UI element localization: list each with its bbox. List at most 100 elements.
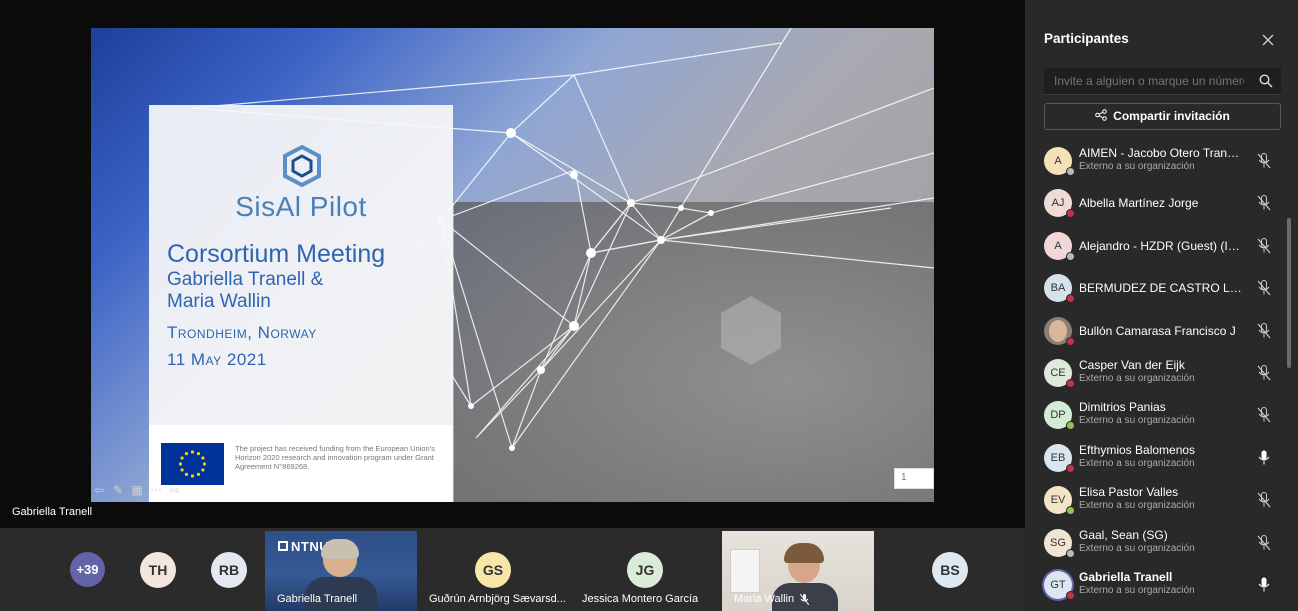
slide-title: Corsortium Meeting [167, 240, 386, 268]
presence-status-icon [1066, 506, 1075, 516]
overflow-count-avatar[interactable]: +39 [70, 552, 105, 587]
video-tile-maria[interactable]: Maria Wallin [722, 531, 874, 611]
brand-name: SisAl Pilot [235, 191, 367, 222]
participant-row[interactable]: EV Elisa Pastor Valles Externo a su organi… [1039, 479, 1279, 521]
avatar-photo [1049, 319, 1067, 342]
mic-off-icon[interactable] [1257, 534, 1271, 551]
participant-row[interactable]: SG Gaal, Sean (SG) Externo a su organizaci… [1039, 522, 1279, 564]
participant-row[interactable]: BA BERMUDEZ DE CASTRO LOPE... [1039, 267, 1279, 309]
share-icon [1095, 109, 1107, 121]
participant-org-note: Externo a su organización [1079, 415, 1195, 427]
authors-line-1: Gabriella Tranell & [167, 269, 324, 290]
presence-status-icon [1066, 378, 1075, 388]
avatar-initials: EV [1050, 494, 1066, 507]
participant-avatar[interactable]: EV [1044, 486, 1075, 516]
avatar-jg[interactable]: JG [627, 552, 663, 588]
avatar-initials: EB [1050, 451, 1066, 464]
participant-avatar[interactable]: BA [1044, 274, 1075, 304]
participant-avatar[interactable]: EB [1044, 443, 1075, 473]
tile-name: Gabriella Tranell [277, 593, 358, 605]
scrollbar[interactable] [1287, 218, 1291, 368]
participant-avatar[interactable]: A [1044, 231, 1075, 261]
participant-row[interactable]: EB Efthymios Balomenos Externo a su organi… [1039, 437, 1279, 479]
mic-off-icon[interactable] [1257, 322, 1271, 339]
close-icon[interactable] [1260, 32, 1276, 48]
participant-row[interactable]: CE Casper Van der Eijk Externo a su organi… [1039, 352, 1279, 394]
avatar-th[interactable]: TH [140, 552, 176, 588]
avatar-initials: SG [1050, 536, 1066, 549]
participant-row[interactable]: DP Dimitrios Panias Externo a su organizac… [1039, 394, 1279, 436]
participant-org-note: Externo a su organización [1079, 372, 1195, 384]
tile-name: Guðrún Arnbjörg Sævarsd... [429, 593, 566, 605]
mic-icon[interactable] [1257, 450, 1271, 466]
avatar-gs[interactable]: GS [475, 552, 511, 588]
avatar-initials: AJ [1051, 197, 1065, 210]
mic-off-icon[interactable] [1257, 407, 1271, 423]
participant-name: Bullón Camarasa Francisco J [1079, 323, 1236, 338]
video-tile-gabriella[interactable]: NTNU Gabriella Tranell [265, 531, 417, 611]
eu-flag-icon [161, 443, 224, 485]
panel-title: Participantes [1044, 31, 1129, 46]
participant-name: Albella Martínez Jorge [1079, 196, 1199, 211]
participant-name: Casper Van der Eijk [1079, 357, 1185, 372]
slides-grid-icon[interactable]: ▦ [130, 483, 144, 497]
participant-row[interactable]: A AIMEN - Jacobo Otero Tranch... Externo a… [1039, 140, 1279, 182]
more-options-icon[interactable]: ⋯ [149, 483, 163, 497]
mic-off-icon[interactable] [1257, 492, 1271, 508]
avatar-initials: A [1054, 239, 1062, 252]
mic-icon[interactable] [1257, 577, 1271, 593]
participant-row[interactable]: AJ Albella Martínez Jorge [1039, 182, 1279, 224]
presence-status-icon [1066, 294, 1075, 304]
presence-status-icon [1066, 167, 1075, 176]
participant-row[interactable]: A Alejandro - HZDR (Guest) (Inv... [1039, 225, 1279, 267]
participant-avatar[interactable]: GT [1044, 570, 1075, 600]
participant-name: Gaal, Sean (SG) [1079, 527, 1168, 542]
participant-name: Alejandro - HZDR (Guest) (Inv... [1079, 238, 1245, 253]
avatar-initials: A [1054, 155, 1062, 167]
participant-avatar[interactable] [1044, 316, 1075, 346]
search-icon[interactable] [1259, 74, 1273, 88]
avatar-initials: DP [1050, 409, 1066, 422]
invite-search-input[interactable] [1044, 68, 1254, 94]
title-card: SisAl Pilot Corsortium Meeting Gabriella… [149, 105, 453, 502]
participant-name: Elisa Pastor Valles [1079, 485, 1179, 500]
mic-off-icon[interactable] [1257, 195, 1271, 211]
presence-status-icon [1066, 463, 1075, 473]
mic-off-icon[interactable] [1257, 237, 1271, 254]
presence-status-icon [1066, 251, 1075, 261]
participant-avatar[interactable]: A [1044, 147, 1075, 176]
next-slide-icon[interactable]: ⇨ [168, 483, 182, 497]
presence-status-icon [1066, 421, 1075, 431]
participant-avatar[interactable]: DP [1044, 401, 1075, 431]
mic-off-icon[interactable] [1257, 280, 1271, 296]
shared-screen-stage: SisAl Pilot Corsortium Meeting Gabriella… [0, 0, 1025, 528]
funding-footer: The project has received funding from th… [149, 425, 453, 502]
share-invite-button[interactable]: Compartir invitación [1044, 103, 1281, 130]
mic-off-icon[interactable] [1257, 364, 1271, 381]
avatar-initials: GT [1050, 578, 1066, 591]
presentation-slide: SisAl Pilot Corsortium Meeting Gabriella… [91, 28, 934, 502]
presence-status-icon [1066, 548, 1075, 558]
participant-avatar[interactable]: AJ [1044, 189, 1075, 219]
slide-toolbar: ⇦ ✎ ▦ ⋯ ⇨ [92, 483, 182, 497]
mic-off-icon[interactable] [1257, 153, 1271, 169]
presence-status-icon [1066, 336, 1075, 346]
presence-status-icon [1066, 209, 1075, 219]
avatar-rb[interactable]: RB [211, 552, 247, 588]
participant-avatar[interactable]: SG [1044, 528, 1075, 558]
participant-name: AIMEN - Jacobo Otero Tranch... [1079, 146, 1245, 160]
participant-name: Dimitrios Panias [1079, 400, 1166, 415]
participant-avatar[interactable]: CE [1044, 358, 1075, 388]
invite-search [1044, 68, 1281, 95]
avatar-bs[interactable]: BS [932, 552, 968, 588]
participant-row[interactable]: GT Gabriella Tranell Externo a su organiza… [1039, 564, 1279, 606]
slide-page-number: 1 [894, 468, 934, 489]
authors-line-2: Maria Wallin [167, 291, 271, 312]
participant-org-note: Externo a su organización [1079, 500, 1195, 512]
mic-off-icon [800, 594, 809, 605]
pen-icon[interactable]: ✎ [111, 483, 125, 497]
participant-row[interactable]: Bullón Camarasa Francisco J [1039, 310, 1279, 352]
participant-name: Gabriella Tranell [1079, 569, 1173, 584]
previous-slide-icon[interactable]: ⇦ [92, 483, 106, 497]
funding-text: The project has received funding from th… [235, 444, 435, 471]
